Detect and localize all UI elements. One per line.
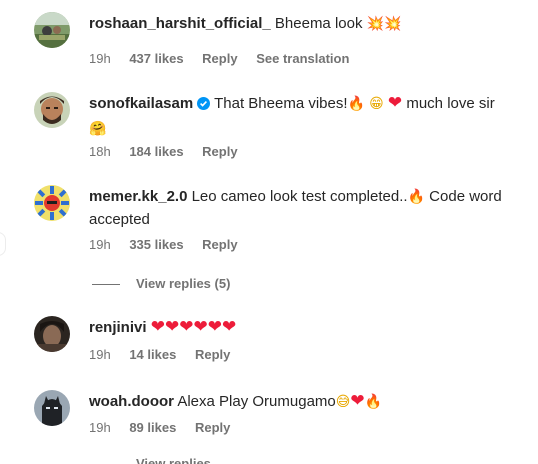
comment-body: woah.dooor Alexa Play Orumugamo😅❤🔥	[89, 390, 529, 413]
fire-emoji: 🔥	[347, 96, 365, 112]
heart-emoji: ❤	[387, 93, 403, 113]
comment-time[interactable]: 18h	[89, 144, 111, 159]
reply-button[interactable]: Reply	[202, 237, 237, 252]
heart-emoji: ❤	[221, 317, 237, 337]
comment-meta: 19h 335 likes Reply	[89, 237, 253, 252]
sweat-smile-emoji: 😅	[335, 394, 351, 410]
reply-button[interactable]: Reply	[195, 420, 230, 435]
comment-likes[interactable]: 184 likes	[129, 144, 183, 159]
heart-emoji: ❤	[150, 317, 165, 337]
comment-time[interactable]: 19h	[89, 237, 111, 252]
comment-time[interactable]: 19h	[89, 51, 111, 66]
comment-time[interactable]: 19h	[89, 420, 111, 435]
view-replies-label: View replies (5)	[136, 276, 231, 291]
grin-emoji: 😁	[369, 96, 384, 112]
reply-button[interactable]: Reply	[202, 144, 237, 159]
view-replies-button[interactable]: View replies	[92, 456, 211, 464]
avatar[interactable]	[34, 316, 70, 352]
heart-emoji: ❤	[179, 317, 194, 337]
comment-text: Alexa Play Orumugamo	[177, 393, 336, 410]
reply-button[interactable]: Reply	[195, 347, 230, 362]
panel-edge	[0, 232, 6, 256]
comment-body: sonofkailasam That Bheema vibes!🔥 😁 ❤ mu…	[89, 92, 529, 140]
comment-text-continued: much love sir	[406, 95, 495, 112]
comment-username[interactable]: roshaan_harshit_official_	[89, 15, 271, 32]
fire-emoji: 🔥	[407, 189, 425, 205]
comment-body: renjinivi ❤❤❤❤❤❤	[89, 316, 529, 339]
comment-body: memer.kk_2.0 Leo cameo look test complet…	[89, 185, 529, 231]
avatar[interactable]	[34, 12, 70, 48]
comment-meta: 19h 14 likes Reply	[89, 347, 245, 362]
comment-text: Bheema look	[274, 15, 363, 32]
avatar[interactable]	[34, 185, 70, 221]
comment-likes[interactable]: 335 likes	[129, 237, 183, 252]
comment-likes[interactable]: 89 likes	[129, 420, 176, 435]
comments-panel: roshaan_harshit_official_ Bheema look 💥💥…	[0, 0, 538, 464]
collision-emoji: 💥	[384, 16, 402, 32]
comment-username[interactable]: woah.dooor	[89, 393, 174, 410]
comment-time[interactable]: 19h	[89, 347, 111, 362]
collision-emoji: 💥	[366, 16, 385, 32]
comment-text-continued: Code word	[429, 188, 502, 205]
verified-badge-icon	[197, 94, 211, 117]
heart-emoji: ❤	[193, 317, 208, 337]
heart-emoji: ❤	[350, 391, 365, 411]
comment-username[interactable]: renjinivi	[89, 319, 147, 336]
comment-text: That Bheema vibes!	[214, 95, 348, 112]
reply-button[interactable]: Reply	[202, 51, 237, 66]
comment-meta: 18h 184 likes Reply	[89, 144, 253, 159]
hug-emoji: 🤗	[89, 121, 107, 137]
heart-emoji: ❤	[207, 317, 222, 337]
avatar[interactable]	[34, 390, 70, 426]
heart-emoji: ❤	[164, 317, 180, 337]
fire-emoji: 🔥	[364, 394, 383, 410]
comment-likes[interactable]: 437 likes	[129, 51, 183, 66]
comment-meta: 19h 89 likes Reply	[89, 420, 245, 435]
comment-likes[interactable]: 14 likes	[129, 347, 176, 362]
comment-meta: 19h 437 likes Reply See translation	[89, 51, 364, 66]
view-replies-label: View replies	[136, 456, 211, 464]
comment-body: roshaan_harshit_official_ Bheema look 💥💥	[89, 12, 529, 35]
view-replies-button[interactable]: View replies (5)	[92, 276, 230, 291]
comment-username[interactable]: memer.kk_2.0	[89, 188, 187, 205]
comment-text: Leo cameo look test completed..	[191, 188, 408, 205]
avatar[interactable]	[34, 92, 70, 128]
comment-text-continued: accepted	[89, 211, 150, 228]
comment-username[interactable]: sonofkailasam	[89, 95, 193, 112]
see-translation-button[interactable]: See translation	[256, 51, 349, 66]
replies-divider	[92, 284, 120, 286]
